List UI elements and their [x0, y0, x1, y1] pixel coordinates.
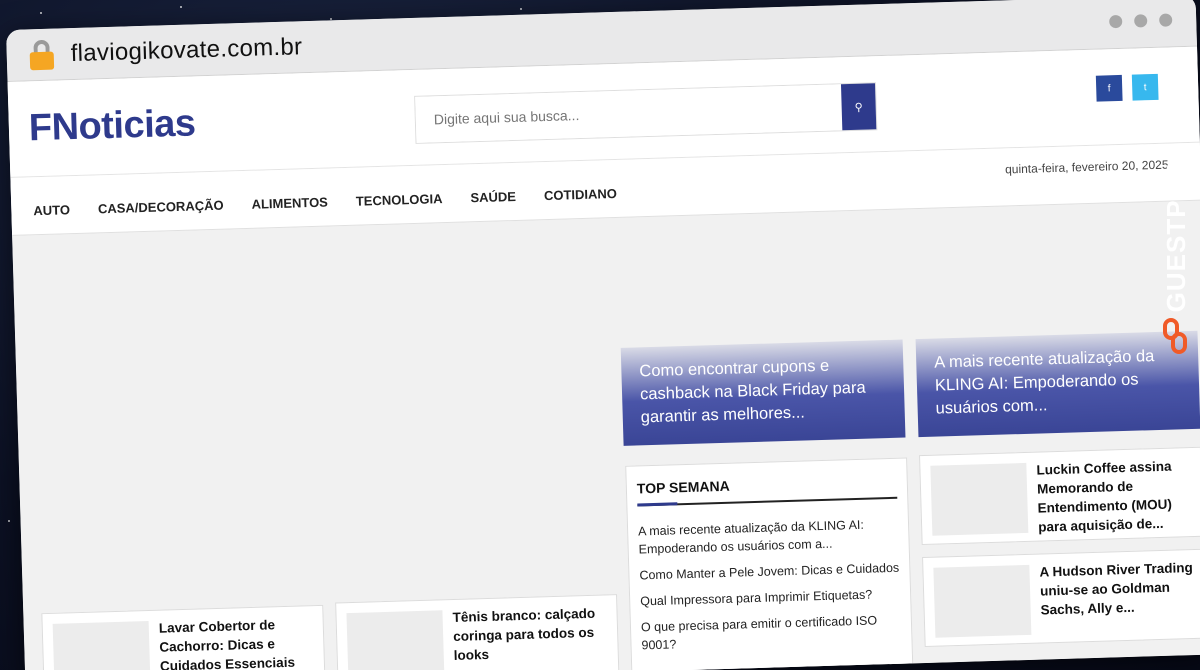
heading-accent [637, 502, 678, 507]
article-title: A Hudson River Trading uniu-se ao Goldma… [1039, 560, 1193, 618]
nav-item-cotidiano[interactable]: COTIDIANO [544, 186, 617, 203]
article-title: Lavar Cobertor de Cachorro: Dicas e Cuid… [158, 617, 296, 670]
twitter-icon[interactable]: t [1131, 73, 1159, 101]
window-dot-icon[interactable] [1134, 14, 1148, 28]
list-item[interactable]: A mais recente atualização da KLING AI: … [638, 515, 899, 559]
current-date: quinta-feira, fevereiro 20, 2025 [1004, 157, 1169, 177]
article-title: Tênis branco: calçado coringa para todos… [452, 605, 596, 663]
article-thumbnail [346, 610, 445, 670]
hero-card[interactable]: Como encontrar cupons e cashback na Blac… [620, 339, 906, 446]
bottom-article-card[interactable]: Lavar Cobertor de Cachorro: Dicas e Cuid… [41, 604, 326, 670]
list-item[interactable]: O que precisa para emitir o certificado … [641, 611, 902, 655]
top-semana-heading: TOP SEMANA [636, 477, 730, 497]
article-thumbnail [52, 621, 151, 670]
article-thumbnail [933, 564, 1032, 638]
search-bar: ⚲ [414, 82, 878, 144]
browser-window: flaviogikovate.com.br FNoticias ⚲ f t AU… [6, 0, 1200, 670]
guestpostlinks-badge: GUESTPOSTLINKS [1156, 60, 1196, 360]
hero-title: A mais recente atualização da KLING AI: … [934, 347, 1155, 418]
window-controls [1109, 13, 1173, 29]
facebook-icon[interactable]: f [1095, 74, 1123, 102]
social-links: f t [1095, 73, 1159, 102]
side-article-card[interactable]: A Hudson River Trading uniu-se ao Goldma… [922, 548, 1200, 648]
search-input[interactable] [415, 84, 843, 143]
side-article-card[interactable]: Luckin Coffee assina Memorando de Entend… [919, 446, 1200, 546]
article-thumbnail [930, 462, 1029, 536]
site-logo[interactable]: FNoticias [28, 102, 196, 150]
hero-title: Como encontrar cupons e cashback na Blac… [639, 356, 866, 427]
article-title: Luckin Coffee assina Memorando de Entend… [1036, 458, 1173, 535]
search-icon: ⚲ [854, 101, 863, 114]
nav-item-casa-decoracao[interactable]: CASA/DECORAÇÃO [98, 198, 224, 217]
top-semana-widget: TOP SEMANA A mais recente atualização da… [625, 457, 914, 670]
nav-item-alimentos[interactable]: ALIMENTOS [251, 195, 328, 212]
list-item[interactable]: Como Manter a Pele Jovem: Dicas e Cuidad… [639, 559, 899, 585]
nav-item-tecnologia[interactable]: TECNOLOGIA [356, 191, 443, 209]
window-dot-icon[interactable] [1159, 13, 1173, 27]
nav-item-auto[interactable]: AUTO [33, 202, 70, 218]
list-item[interactable]: Qual Impressora para Imprimir Etiquetas? [640, 585, 900, 611]
url-text[interactable]: flaviogikovate.com.br [70, 33, 302, 68]
lock-icon [28, 39, 55, 70]
search-button[interactable]: ⚲ [840, 83, 877, 131]
badge-text: GUESTPOSTLINKS [1160, 60, 1191, 313]
nav-item-saude[interactable]: SAÚDE [470, 189, 516, 205]
chain-link-icon [1163, 318, 1189, 358]
web-page: FNoticias ⚲ f t AUTO CASA/DECORAÇÃO ALIM… [7, 46, 1200, 670]
bottom-article-card[interactable]: Tênis branco: calçado coringa para todos… [335, 594, 620, 670]
top-semana-list: A mais recente atualização da KLING AI: … [638, 515, 902, 663]
window-dot-icon[interactable] [1109, 14, 1123, 29]
